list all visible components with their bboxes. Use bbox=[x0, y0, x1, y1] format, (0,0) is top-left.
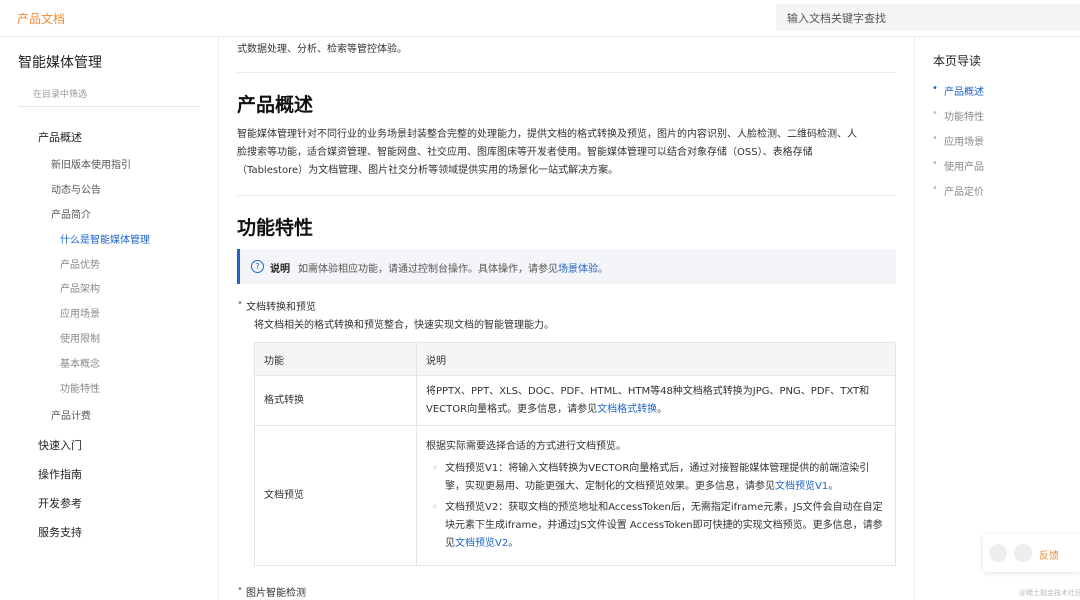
sidebar-title: 智能媒体管理 bbox=[18, 55, 102, 71]
overview-line: 脸搜索等功能，适合媒资管理、智能网盘、社交应用、图库图床等开发者使用。智能媒体管… bbox=[237, 147, 813, 158]
sidebar-item-scenarios[interactable]: 应用场景 bbox=[60, 305, 100, 320]
intro-text: 式数据处理、分析、检索等管控体验。 bbox=[237, 44, 407, 55]
row1-text2: VECTOR向量格式。更多信息，请参见 bbox=[426, 403, 598, 415]
brand-link[interactable]: 产品文档 bbox=[17, 10, 65, 27]
watermark: @稀土掘金技术社区 bbox=[1019, 589, 1080, 597]
sidebar-item-version-guide[interactable]: 新旧版本使用指引 bbox=[51, 156, 131, 171]
v1-end: 。 bbox=[828, 481, 839, 492]
row1-end: 。 bbox=[657, 403, 668, 415]
sidebar-item-what-is-imm[interactable]: 什么是智能媒体管理 bbox=[60, 231, 150, 246]
chat-icon[interactable] bbox=[989, 544, 1007, 562]
row1-text: 将PPTX、PPT、XLS、DOC、PDF、HTML、HTM等48种文档格式转换… bbox=[426, 385, 870, 397]
sidebar-item-support[interactable]: 服务支持 bbox=[38, 524, 82, 540]
v2-end: 。 bbox=[508, 538, 519, 549]
feedback-button[interactable]: 反馈 bbox=[1039, 547, 1059, 562]
sidebar-item-billing[interactable]: 产品计费 bbox=[51, 407, 91, 422]
table-row: 文档预览 根据实际需要选择合适的方式进行文档预览。 文档预览V1：将输入文档转换… bbox=[254, 425, 896, 566]
page-toc: 本页导读 产品概述 功能特性 应用场景 使用产品 产品定价 bbox=[914, 37, 1080, 600]
table-header-desc: 说明 bbox=[416, 342, 896, 376]
toc-item-overview[interactable]: 产品概述 bbox=[932, 83, 984, 98]
service-icon[interactable] bbox=[1014, 544, 1032, 562]
sidebar-item-dev-ref[interactable]: 开发参考 bbox=[38, 495, 82, 511]
table-cell-name: 文档预览 bbox=[254, 425, 417, 566]
sidebar-item-concepts[interactable]: 基本概念 bbox=[60, 355, 100, 370]
toc-item-pricing[interactable]: 产品定价 bbox=[932, 183, 984, 198]
table-cell-name: 格式转换 bbox=[254, 375, 417, 426]
divider bbox=[237, 195, 896, 196]
table-header-feature: 功能 bbox=[254, 342, 417, 376]
sidebar-item-product-overview[interactable]: 产品概述 bbox=[38, 129, 82, 145]
sidebar-item-advantages[interactable]: 产品优势 bbox=[60, 256, 100, 271]
list-item: 文档预览V2：获取文档的预览地址和AccessToken后，无需指定iframe… bbox=[426, 499, 886, 553]
preview-list: 文档预览V1：将输入文档转换为VECTOR向量格式后，通过对接智能媒体管理提供的… bbox=[426, 460, 886, 553]
sidebar-item-quick-start[interactable]: 快速入门 bbox=[38, 437, 82, 453]
bullet-doc-convert-desc: 将文档相关的格式转换和预览整合，快速实现文档的智能管理能力。 bbox=[254, 320, 554, 331]
features-heading: 功能特性 bbox=[237, 217, 314, 239]
doc-convert-link[interactable]: 文档格式转换 bbox=[597, 404, 657, 415]
bullet-image-detect: 图片智能检测 bbox=[237, 584, 306, 599]
overview-heading: 产品概述 bbox=[237, 94, 314, 116]
scene-experience-link[interactable]: 场景体验 bbox=[558, 264, 598, 275]
note-end: 。 bbox=[598, 264, 608, 275]
sidebar-filter-input[interactable]: 在目录中筛选 bbox=[18, 81, 200, 107]
table-header-row: 功能 说明 bbox=[254, 342, 896, 376]
feature-table: 功能 说明 格式转换 将PPTX、PPT、XLS、DOC、PDF、HTML、HT… bbox=[254, 342, 896, 566]
sidebar: 智能媒体管理 在目录中筛选 产品概述 新旧版本使用指引 动态与公告 产品简介 什… bbox=[0, 37, 219, 600]
sidebar-item-features[interactable]: 功能特性 bbox=[60, 380, 100, 395]
note-label: 说明 bbox=[270, 264, 290, 275]
feedback-widget[interactable]: 反馈 bbox=[983, 534, 1080, 572]
row1-text-2: VECTOR向量格式。更多信息，请参见文档格式转换。 bbox=[426, 401, 886, 419]
sidebar-item-product-intro[interactable]: 产品简介 bbox=[51, 206, 91, 221]
preview-v2-link[interactable]: 文档预览V2 bbox=[455, 538, 508, 549]
note-box: ? 说明 如需体验相应功能，请通过控制台操作。具体操作，请参见场景体验。 bbox=[237, 249, 896, 284]
divider bbox=[237, 72, 896, 73]
sidebar-item-architecture[interactable]: 产品架构 bbox=[60, 280, 100, 295]
search-input[interactable]: 输入文档关键字查找 bbox=[776, 4, 1080, 31]
row2-intro: 根据实际需要选择合适的方式进行文档预览。 bbox=[426, 441, 626, 452]
overview-line: 智能媒体管理针对不同行业的业务场景封装整合完整的处理能力，提供文档的格式转换及预… bbox=[237, 129, 857, 140]
toc-item-features[interactable]: 功能特性 bbox=[932, 108, 984, 123]
help-circle-icon: ? bbox=[251, 260, 264, 273]
table-cell-desc: 根据实际需要选择合适的方式进行文档预览。 文档预览V1：将输入文档转换为VECT… bbox=[416, 425, 896, 566]
bullet-doc-convert: 文档转换和预览 bbox=[237, 298, 316, 313]
sidebar-item-news[interactable]: 动态与公告 bbox=[51, 181, 101, 196]
sidebar-item-guide[interactable]: 操作指南 bbox=[38, 466, 82, 482]
toc-title: 本页导读 bbox=[933, 54, 982, 68]
table-cell-desc: 将PPTX、PPT、XLS、DOC、PDF、HTML、HTM等48种文档格式转换… bbox=[416, 375, 896, 426]
top-bar: 产品文档 输入文档关键字查找 bbox=[0, 0, 1080, 37]
overview-line: （Tablestore）为文档管理、图片社交分析等领域提供实用的场景化一站式解决… bbox=[237, 165, 619, 176]
list-item: 文档预览V1：将输入文档转换为VECTOR向量格式后，通过对接智能媒体管理提供的… bbox=[426, 460, 886, 496]
toc-item-scenarios[interactable]: 应用场景 bbox=[932, 133, 984, 148]
table-row: 格式转换 将PPTX、PPT、XLS、DOC、PDF、HTML、HTM等48种文… bbox=[254, 375, 896, 426]
overview-paragraph: 智能媒体管理针对不同行业的业务场景封装整合完整的处理能力，提供文档的格式转换及预… bbox=[237, 126, 892, 180]
preview-v1-link[interactable]: 文档预览V1 bbox=[775, 481, 828, 492]
note-text: 说明 如需体验相应功能，请通过控制台操作。具体操作，请参见场景体验。 bbox=[270, 260, 608, 275]
note-body: 如需体验相应功能，请通过控制台操作。具体操作，请参见 bbox=[298, 264, 558, 275]
toc-item-usage[interactable]: 使用产品 bbox=[932, 158, 984, 173]
sidebar-item-limits[interactable]: 使用限制 bbox=[60, 330, 100, 345]
